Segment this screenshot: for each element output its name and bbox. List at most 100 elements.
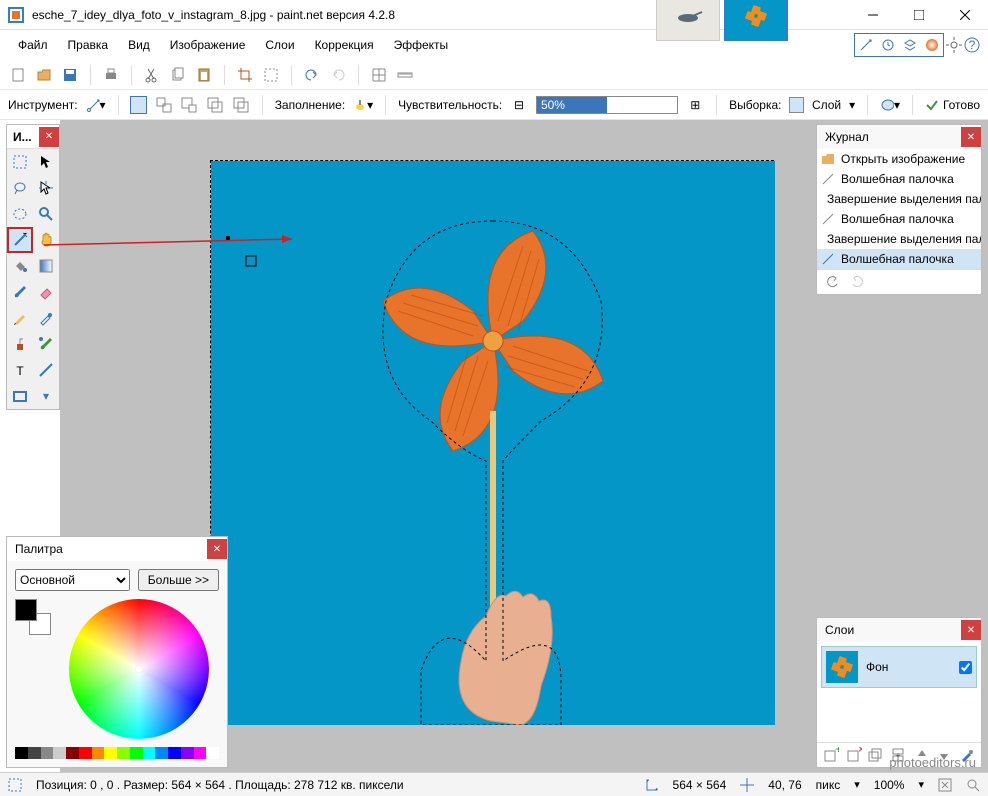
layers-panel-close-icon[interactable]: ✕ — [961, 620, 981, 640]
add-layer-icon[interactable]: + — [823, 747, 839, 763]
history-panel-toggle-icon[interactable] — [877, 34, 899, 56]
document-thumb-1[interactable] — [656, 0, 720, 41]
history-item[interactable]: Завершение выделения палочкой — [817, 229, 981, 249]
layers-panel-toggle-icon[interactable] — [899, 34, 921, 56]
layer-item[interactable]: Фон — [821, 646, 977, 688]
eraser-tool[interactable] — [33, 279, 59, 305]
paste-icon[interactable] — [194, 65, 214, 85]
cursor-pos-icon — [740, 778, 754, 792]
fit-window-icon[interactable] — [938, 778, 952, 792]
menu-edit[interactable]: Правка — [58, 34, 119, 56]
menu-file[interactable]: Файл — [8, 34, 58, 56]
menu-adjustments[interactable]: Коррекция — [305, 34, 384, 56]
document-thumb-2[interactable] — [724, 0, 788, 41]
cut-icon[interactable] — [142, 65, 162, 85]
color-wheel[interactable] — [69, 599, 209, 739]
paint-bucket-tool[interactable] — [7, 253, 33, 279]
close-button[interactable] — [942, 0, 988, 30]
line-tool[interactable] — [33, 357, 59, 383]
menu-image[interactable]: Изображение — [160, 34, 256, 56]
recolor-tool[interactable] — [33, 331, 59, 357]
save-icon[interactable] — [60, 65, 80, 85]
duplicate-layer-icon[interactable] — [868, 747, 884, 763]
menu-layers[interactable]: Слои — [255, 34, 304, 56]
history-item[interactable]: Волшебная палочка — [817, 249, 981, 269]
paintbrush-tool[interactable] — [7, 279, 33, 305]
finish-button[interactable]: Готово — [925, 98, 980, 112]
selection-mode-xor-icon[interactable] — [232, 95, 250, 115]
tools-panel-close-icon[interactable]: ✕ — [39, 127, 59, 147]
grid-icon[interactable] — [369, 65, 389, 85]
undo-icon[interactable] — [302, 65, 322, 85]
open-icon[interactable] — [34, 65, 54, 85]
move-selection-tool[interactable] — [33, 149, 59, 175]
history-undo-icon[interactable] — [825, 274, 841, 290]
canvas[interactable] — [210, 160, 774, 724]
tolerance-slider[interactable]: 50% — [536, 96, 679, 114]
tolerance-plus-icon[interactable]: ⊞ — [686, 95, 704, 115]
gradient-tool[interactable] — [33, 253, 59, 279]
sampling-swatch-icon[interactable] — [789, 97, 803, 113]
history-panel-close-icon[interactable]: ✕ — [961, 127, 981, 147]
minimize-button[interactable] — [850, 0, 896, 30]
deselect-icon[interactable] — [261, 65, 281, 85]
selection-mode-intersect-icon[interactable] — [206, 95, 224, 115]
new-icon[interactable] — [8, 65, 28, 85]
palette-panel-close-icon[interactable]: ✕ — [207, 539, 227, 559]
color-mode-select[interactable]: Основной — [15, 569, 130, 591]
palette-strip[interactable] — [15, 747, 219, 759]
tool-options-toolbar: Инструмент: ▾ Заполнение: ▾ Чувствительн… — [0, 90, 988, 120]
history-item[interactable]: Завершение выделения палочкой — [817, 189, 981, 209]
layer-label[interactable]: Слой — [812, 98, 841, 112]
rectangle-select-tool[interactable] — [7, 149, 33, 175]
flood-mode-icon[interactable]: ▾ — [353, 95, 373, 115]
pencil-tool[interactable] — [7, 305, 33, 331]
zoom-tool[interactable] — [33, 201, 59, 227]
ruler-icon[interactable] — [395, 65, 415, 85]
current-tool-icon[interactable]: ▾ — [86, 95, 106, 115]
tools-panel-toggle-icon[interactable] — [855, 34, 877, 56]
settings-icon[interactable] — [946, 37, 962, 53]
layer-visibility-checkbox[interactable] — [959, 661, 972, 674]
watermark: photoeditors.ru — [889, 755, 976, 770]
menu-view[interactable]: Вид — [118, 34, 160, 56]
crop-icon[interactable] — [235, 65, 255, 85]
move-selected-pixels-tool[interactable] — [33, 175, 59, 201]
more-colors-button[interactable]: Больше >> — [138, 569, 219, 591]
selection-label: Выборка: — [729, 98, 781, 112]
delete-layer-icon[interactable]: × — [846, 747, 862, 763]
selection-status-icon — [8, 778, 22, 792]
svg-text:+: + — [835, 747, 839, 756]
zoom-to-window-icon[interactable] — [966, 778, 980, 792]
copy-icon[interactable] — [168, 65, 188, 85]
history-redo-icon[interactable] — [849, 274, 865, 290]
pan-tool[interactable] — [33, 227, 59, 253]
selection-mode-replace-icon[interactable] — [130, 96, 146, 114]
selection-mode-add-icon[interactable] — [155, 95, 173, 115]
ellipse-select-tool[interactable] — [7, 201, 33, 227]
colors-panel-toggle-icon[interactable] — [921, 34, 943, 56]
swatch-box[interactable] — [15, 599, 51, 635]
magic-wand-tool[interactable] — [7, 227, 33, 253]
selection-mode-subtract-icon[interactable] — [180, 95, 198, 115]
history-panel: Журнал ✕ Открыть изображение Волшебная п… — [816, 124, 982, 295]
selection-clip-icon[interactable]: ▾ — [880, 95, 900, 115]
shapes-tool[interactable] — [7, 383, 33, 409]
redo-icon[interactable] — [328, 65, 348, 85]
primary-color-swatch[interactable] — [15, 599, 37, 621]
history-item[interactable]: Волшебная палочка — [817, 169, 981, 189]
lasso-select-tool[interactable] — [7, 175, 33, 201]
history-item[interactable]: Волшебная палочка — [817, 209, 981, 229]
status-zoom[interactable]: 100% — [874, 778, 905, 792]
maximize-button[interactable] — [896, 0, 942, 30]
color-picker-tool[interactable] — [33, 305, 59, 331]
text-tool[interactable]: T — [7, 357, 33, 383]
help-icon[interactable]: ? — [964, 37, 980, 53]
shapes-dropdown[interactable]: ▾ — [33, 383, 59, 409]
clone-stamp-tool[interactable] — [7, 331, 33, 357]
status-unit[interactable]: пикс — [816, 778, 841, 792]
print-icon[interactable] — [101, 65, 121, 85]
menu-effects[interactable]: Эффекты — [384, 34, 459, 56]
tolerance-minus-icon[interactable]: ⊟ — [510, 95, 528, 115]
history-item[interactable]: Открыть изображение — [817, 149, 981, 169]
